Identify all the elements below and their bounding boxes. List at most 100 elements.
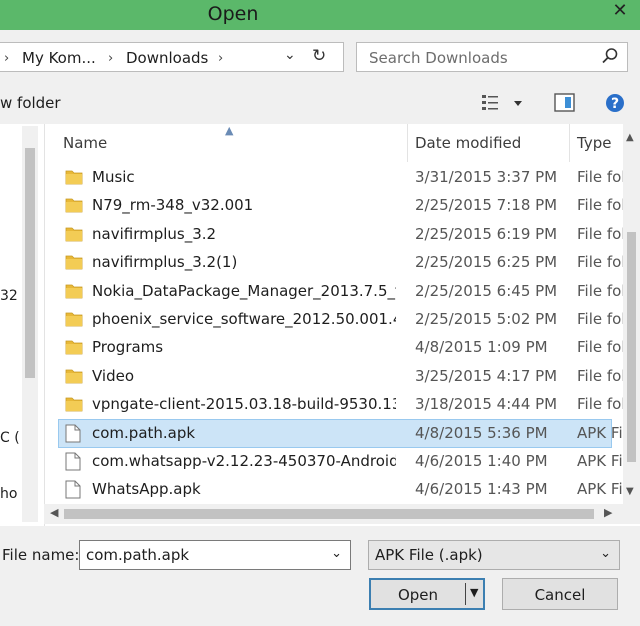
file-name[interactable]: phoenix_service_software_2012.50.001.49.… <box>92 310 396 328</box>
file-date: 2/25/2015 6:25 PM <box>415 253 558 272</box>
file-type: File fol <box>577 395 626 414</box>
file-row[interactable]: Nokia_DataPackage_Manager_2013.7.5_fi...… <box>59 278 626 305</box>
open-button[interactable]: Open ▼ <box>369 578 485 610</box>
scroll-right-icon[interactable]: ▶ <box>604 506 612 519</box>
scroll-up-icon[interactable]: ▲ <box>626 132 634 143</box>
file-row[interactable]: navifirmplus_3.2(1) 2/25/2015 6:25 PM File… <box>59 249 626 276</box>
nav-item-fragment[interactable]: 32 <box>0 288 18 304</box>
scrollbar-thumb[interactable] <box>64 509 594 519</box>
file-name[interactable]: Video <box>92 367 396 385</box>
file-date: 2/25/2015 7:18 PM <box>415 196 558 215</box>
folder-icon <box>65 168 83 189</box>
file-row[interactable]: Video 3/25/2015 4:17 PM File fol <box>59 363 626 390</box>
file-row[interactable]: phoenix_service_software_2012.50.001.49.… <box>59 306 626 333</box>
folder-icon <box>65 395 83 416</box>
title-bar: Open ✕ <box>0 0 640 30</box>
file-date: 3/18/2015 4:44 PM <box>415 395 558 414</box>
folder-icon <box>65 225 83 246</box>
close-icon[interactable]: ✕ <box>600 0 640 22</box>
file-name-input[interactable]: com.path.apk ⌄ <box>79 540 351 570</box>
chevron-right-icon[interactable]: › <box>218 51 223 66</box>
file-row[interactable]: N79_rm-348_v32.001 2/25/2015 7:18 PM File … <box>59 192 626 219</box>
file-name[interactable]: vpngate-client-2015.03.18-build-9530.13.… <box>92 395 396 413</box>
cancel-button-label: Cancel <box>534 586 586 604</box>
svg-text:?: ? <box>611 96 619 112</box>
search-box[interactable]: Search Downloads <box>356 42 628 72</box>
file-type: File fol <box>577 196 626 215</box>
navigation-scrollbar[interactable] <box>22 126 38 522</box>
scrollbar-thumb[interactable] <box>627 232 636 462</box>
help-icon[interactable]: ? <box>604 92 626 114</box>
column-divider[interactable] <box>569 124 570 162</box>
file-name-value[interactable]: com.path.apk <box>86 546 189 564</box>
file-name[interactable]: Programs <box>92 338 396 356</box>
breadcrumb-downloads[interactable]: Downloads <box>126 49 208 67</box>
scroll-down-icon[interactable]: ▼ <box>626 486 634 497</box>
file-row[interactable]: WhatsApp.apk 4/6/2015 1:43 PM APK Fi <box>59 476 623 503</box>
file-type: File fol <box>577 366 626 385</box>
search-icon[interactable] <box>601 47 619 65</box>
file-row[interactable]: navifirmplus_3.2 2/25/2015 6:19 PM File fo… <box>59 221 626 248</box>
file-type: APK Fi <box>577 452 623 470</box>
folder-icon <box>65 310 83 331</box>
file-list[interactable]: ▲ Name Date modified Type Music 3/31/2015… <box>44 124 640 526</box>
file-icon <box>65 480 81 503</box>
split-divider <box>465 583 466 605</box>
file-name[interactable]: com.whatsapp-v2.12.23-450370-Android... <box>92 452 396 470</box>
file-date: 3/31/2015 3:37 PM <box>415 168 558 186</box>
file-name[interactable]: WhatsApp.apk <box>92 480 396 498</box>
file-name[interactable]: Nokia_DataPackage_Manager_2013.7.5_fi... <box>92 282 396 300</box>
file-row[interactable]: com.whatsapp-v2.12.23-450370-Android... 4… <box>59 448 623 475</box>
file-date: 4/8/2015 1:09 PM <box>415 338 548 357</box>
chevron-right-icon: › <box>4 51 10 66</box>
preview-pane-icon[interactable] <box>554 92 576 114</box>
file-name-label: File name: <box>2 546 80 564</box>
file-date: 2/25/2015 6:45 PM <box>415 281 558 300</box>
nav-item-fragment[interactable]: ho <box>0 486 17 502</box>
file-row[interactable]: com.path.apk 4/8/2015 5:36 PM APK Fil <box>58 418 627 448</box>
scrollbar-thumb[interactable] <box>25 148 35 378</box>
new-folder-button[interactable]: w folder <box>0 94 61 112</box>
column-divider[interactable] <box>407 124 408 162</box>
file-date: 4/6/2015 1:43 PM <box>415 480 548 499</box>
file-name[interactable]: N79_rm-348_v32.001 <box>92 196 396 214</box>
file-row[interactable]: Programs 4/8/2015 1:09 PM File fol <box>59 334 626 361</box>
nav-item-fragment[interactable]: C ( <box>0 430 20 446</box>
file-icon <box>65 452 81 475</box>
file-date: 3/25/2015 4:17 PM <box>415 366 558 385</box>
refresh-icon[interactable]: ↻ <box>312 46 326 66</box>
folder-icon <box>65 253 83 274</box>
column-header-name[interactable]: Name <box>63 134 107 152</box>
horizontal-scrollbar[interactable]: ◀ ▶ <box>44 504 640 524</box>
view-options-icon[interactable] <box>480 92 524 114</box>
breadcrumb-my-komputer[interactable]: My Kom... <box>22 49 96 67</box>
file-type: APK Fi <box>577 480 623 499</box>
file-date: 4/8/2015 5:36 PM <box>415 423 548 442</box>
file-row[interactable]: vpngate-client-2015.03.18-build-9530.13.… <box>59 391 626 418</box>
file-type-select[interactable]: APK File (.apk) ⌄ <box>368 540 620 570</box>
file-type: APK Fil <box>577 423 627 442</box>
file-type: File fol <box>577 310 626 328</box>
cancel-button[interactable]: Cancel <box>502 578 618 610</box>
file-type: File fol <box>577 281 626 300</box>
file-name[interactable]: com.path.apk <box>92 424 396 442</box>
column-header-date[interactable]: Date modified <box>415 134 521 152</box>
file-icon <box>65 424 81 447</box>
address-bar[interactable]: › My Kom... › Downloads › ⌄ ↻ <box>0 42 344 72</box>
chevron-down-icon[interactable]: ⌄ <box>284 47 296 63</box>
vertical-scrollbar[interactable]: ▲ ▼ <box>623 124 640 504</box>
file-type-value: APK File (.apk) <box>375 546 483 564</box>
file-row[interactable]: Music 3/31/2015 3:37 PM File fol <box>59 164 626 191</box>
chevron-down-icon[interactable]: ⌄ <box>331 546 342 561</box>
chevron-down-icon[interactable]: ⌄ <box>600 546 611 561</box>
column-header-type[interactable]: Type <box>577 134 611 152</box>
folder-icon <box>65 282 83 303</box>
dropdown-arrow-icon[interactable]: ▼ <box>470 586 478 599</box>
file-type: File fol <box>577 224 626 243</box>
file-name[interactable]: navifirmplus_3.2 <box>92 225 396 243</box>
file-name[interactable]: navifirmplus_3.2(1) <box>92 253 396 271</box>
open-button-label: Open <box>397 586 439 604</box>
chevron-right-icon[interactable]: › <box>108 51 113 66</box>
file-name[interactable]: Music <box>92 168 396 186</box>
scroll-left-icon[interactable]: ◀ <box>50 506 58 519</box>
